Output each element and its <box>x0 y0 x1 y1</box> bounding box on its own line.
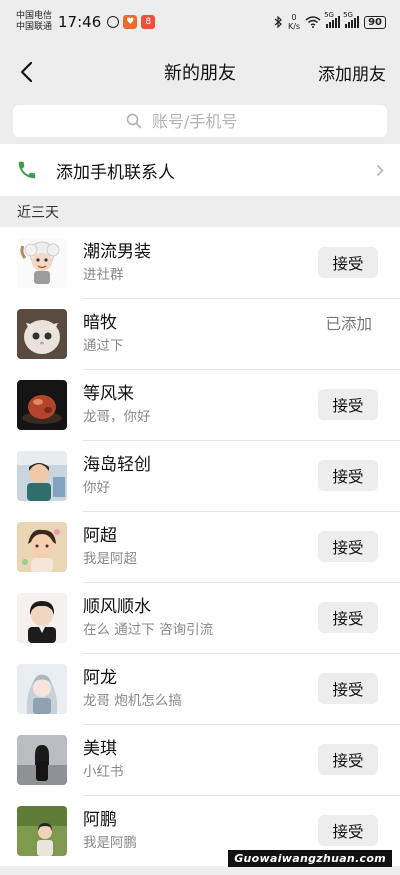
search-input[interactable] <box>150 110 274 132</box>
friend-message: 我是阿鹏 <box>83 834 137 851</box>
friend-message: 龙哥 炮机怎么搞 <box>83 692 182 709</box>
friend-name: 海岛轻创 <box>83 454 151 475</box>
friend-name: 等风来 <box>83 383 134 404</box>
phone-icon <box>18 161 36 179</box>
friend-request-item[interactable]: 潮流男装 进社群 接受 <box>0 227 400 298</box>
avatar <box>17 450 67 501</box>
accept-button[interactable]: 接受 <box>318 460 378 491</box>
wifi-icon <box>305 16 321 28</box>
avatar <box>17 379 67 430</box>
friend-info: 阿龙 龙哥 炮机怎么搞 <box>83 667 182 711</box>
friend-request-item[interactable]: 阿龙 龙哥 炮机怎么搞 接受 <box>0 653 400 724</box>
net-speed-unit: K/s <box>287 22 301 31</box>
status-bar: 中国电信 中国联通 17:46 ♥ 8 0 K/s 5G 5G 90 <box>0 0 400 44</box>
carrier-1: 中国电信 <box>16 11 53 21</box>
friend-info: 阿鹏 我是阿鹏 <box>83 809 137 853</box>
carrier-2: 中国联通 <box>16 22 53 32</box>
net-speed-value: 0 <box>291 13 297 22</box>
avatar <box>17 805 67 856</box>
signal-2-label: 5G <box>343 11 353 19</box>
status-time: 17:46 <box>58 13 102 31</box>
friend-info: 等风来 龙哥，你好 <box>83 383 151 427</box>
signal-2-icon: 5G <box>343 11 360 28</box>
added-status: 已添加 <box>325 315 372 333</box>
system-status-icons: 0 K/s 5G 5G 90 <box>274 11 386 31</box>
avatar <box>17 663 67 714</box>
section-header-recent: 近三天 <box>17 204 59 221</box>
search-bar[interactable] <box>13 105 387 137</box>
accept-button[interactable]: 接受 <box>318 744 378 775</box>
back-arrow-icon[interactable] <box>14 60 38 84</box>
nav-bar: 新的朋友 添加朋友 <box>0 44 400 100</box>
friend-request-item[interactable]: 美琪 小红书 接受 <box>0 724 400 795</box>
avatar <box>17 521 67 572</box>
friend-message: 我是阿超 <box>83 550 137 567</box>
battery-indicator: 90 <box>364 15 386 29</box>
accept-button[interactable]: 接受 <box>318 531 378 562</box>
app-notification-icon: 8 <box>141 15 156 29</box>
friend-name: 潮流男装 <box>83 241 151 262</box>
friend-info: 海岛轻创 你好 <box>83 454 151 498</box>
friend-info: 潮流男装 进社群 <box>83 241 151 285</box>
friend-name: 暗牧 <box>83 312 117 333</box>
friend-name: 阿龙 <box>83 667 117 688</box>
friend-name: 阿鹏 <box>83 809 117 830</box>
friend-info: 美琪 小红书 <box>83 738 124 782</box>
bluetooth-icon <box>274 16 282 28</box>
friend-request-item[interactable]: 海岛轻创 你好 接受 <box>0 440 400 511</box>
chevron-right-icon <box>376 164 384 176</box>
net-speed: 0 K/s <box>288 13 300 31</box>
avatar <box>17 592 67 643</box>
friend-request-item[interactable]: 顺风顺水 在么 通过下 咨询引流 接受 <box>0 582 400 653</box>
new-friends-screen: 中国电信 中国联通 17:46 ♥ 8 0 K/s 5G 5G 90 新的朋友 … <box>0 0 400 875</box>
friend-message: 龙哥，你好 <box>83 408 151 425</box>
accept-button[interactable]: 接受 <box>318 602 378 633</box>
add-phone-contacts-row[interactable]: 添加手机联系人 <box>0 144 400 196</box>
friend-info: 暗牧 通过下 <box>83 312 124 356</box>
friend-name: 阿超 <box>83 525 117 546</box>
friend-request-list: 潮流男装 进社群 接受 暗牧 通过下 已添加 等风来 龙哥，你好 接受 海岛轻创… <box>0 227 400 866</box>
signal-1-icon: 5G <box>324 11 341 28</box>
friend-message: 你好 <box>83 479 110 496</box>
add-phone-contacts-label: 添加手机联系人 <box>56 162 175 183</box>
watermark: Guowaiwangzhuan.com <box>228 850 392 867</box>
accept-button[interactable]: 接受 <box>318 815 378 846</box>
avatar <box>17 308 67 359</box>
friend-message: 小红书 <box>83 763 124 780</box>
friend-info: 顺风顺水 在么 通过下 咨询引流 <box>83 596 213 640</box>
accept-button[interactable]: 接受 <box>318 247 378 278</box>
search-icon <box>126 113 142 129</box>
avatar <box>17 734 67 785</box>
notification-icons: ♥ 8 <box>107 15 156 29</box>
friend-name: 美琪 <box>83 738 117 759</box>
alarm-icon <box>107 16 120 28</box>
friend-message: 在么 通过下 咨询引流 <box>83 621 214 638</box>
accept-button[interactable]: 接受 <box>318 673 378 704</box>
friend-request-item[interactable]: 暗牧 通过下 已添加 <box>0 298 400 369</box>
carrier-names: 中国电信 中国联通 <box>16 11 52 33</box>
friend-name: 顺风顺水 <box>83 596 151 617</box>
avatar <box>17 237 67 288</box>
friend-request-item[interactable]: 阿超 我是阿超 接受 <box>0 511 400 582</box>
signal-1-label: 5G <box>324 11 334 19</box>
friend-request-item[interactable]: 等风来 龙哥，你好 接受 <box>0 369 400 440</box>
friend-message: 通过下 <box>83 337 124 354</box>
friend-info: 阿超 我是阿超 <box>83 525 137 569</box>
add-friend-button[interactable]: 添加朋友 <box>318 60 386 85</box>
accept-button[interactable]: 接受 <box>318 389 378 420</box>
friend-message: 进社群 <box>83 266 124 283</box>
taobao-app-icon: ♥ <box>123 15 138 29</box>
